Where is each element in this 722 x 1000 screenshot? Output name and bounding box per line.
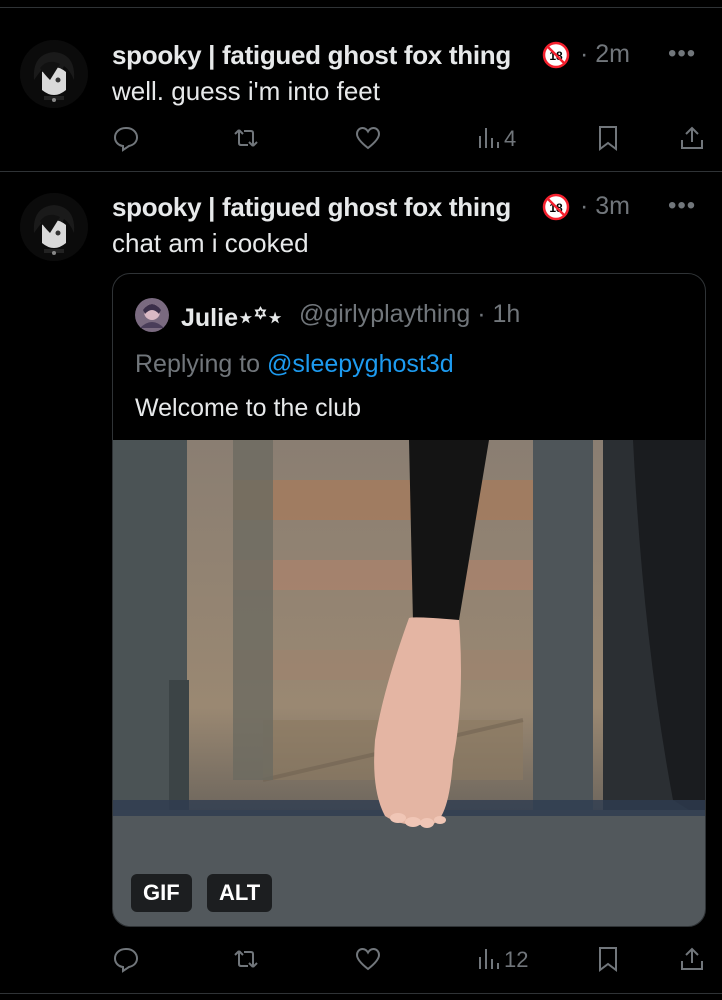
quoted-avatar[interactable]: [135, 298, 169, 332]
quoted-handle[interactable]: @girlyplaything · 1h: [299, 300, 520, 329]
post-text: well. guess i'm into feet: [112, 76, 380, 106]
18-plus-badge-icon: 18: [542, 41, 570, 69]
replying-to: Replying to @sleepyghost3d: [135, 350, 454, 379]
replying-prefix: Replying to: [135, 350, 268, 378]
views-icon[interactable]: [476, 945, 504, 973]
gif-badge: GIF: [131, 874, 192, 912]
bookmark-icon[interactable]: [594, 945, 622, 973]
replying-mention-link[interactable]: @sleepyghost3d: [267, 350, 454, 378]
quoted-display-name[interactable]: Julie⋆꙳⋆: [181, 300, 283, 334]
avatar-image: [20, 40, 88, 108]
views-count: 4: [504, 126, 517, 151]
bookmark-icon[interactable]: [594, 124, 622, 152]
reply-icon[interactable]: [112, 945, 140, 973]
repost-icon[interactable]: [232, 124, 260, 152]
avatar-image: [20, 193, 88, 261]
display-name[interactable]: spooky | fatigued ghost fox thing: [112, 192, 511, 223]
post-time[interactable]: · 3m: [580, 192, 630, 221]
bottom-divider: [0, 993, 722, 994]
alt-text-button[interactable]: ALT: [207, 874, 273, 912]
repost-icon[interactable]: [232, 945, 260, 973]
18-plus-badge-icon: 18: [542, 193, 570, 221]
quoted-post[interactable]: Julie⋆꙳⋆ @girlyplaything · 1h Replying t…: [112, 273, 706, 927]
avatar[interactable]: [20, 40, 88, 108]
reply-icon[interactable]: [112, 124, 140, 152]
views-count: 12: [504, 947, 529, 972]
like-icon[interactable]: [354, 124, 382, 152]
quoted-text: Welcome to the club: [135, 394, 362, 422]
post-time[interactable]: · 2m: [580, 40, 630, 69]
display-name[interactable]: spooky | fatigued ghost fox thing: [112, 40, 511, 71]
share-icon[interactable]: [678, 945, 706, 973]
more-options-button[interactable]: •••: [668, 40, 696, 68]
gif-media[interactable]: [113, 440, 705, 926]
post-text: chat am i cooked: [112, 228, 309, 258]
views-icon[interactable]: [476, 124, 504, 152]
post-divider: [0, 171, 722, 172]
top-divider: [0, 7, 722, 8]
avatar[interactable]: [20, 193, 88, 261]
like-icon[interactable]: [354, 945, 382, 973]
more-options-button[interactable]: •••: [668, 192, 696, 220]
share-icon[interactable]: [678, 124, 706, 152]
